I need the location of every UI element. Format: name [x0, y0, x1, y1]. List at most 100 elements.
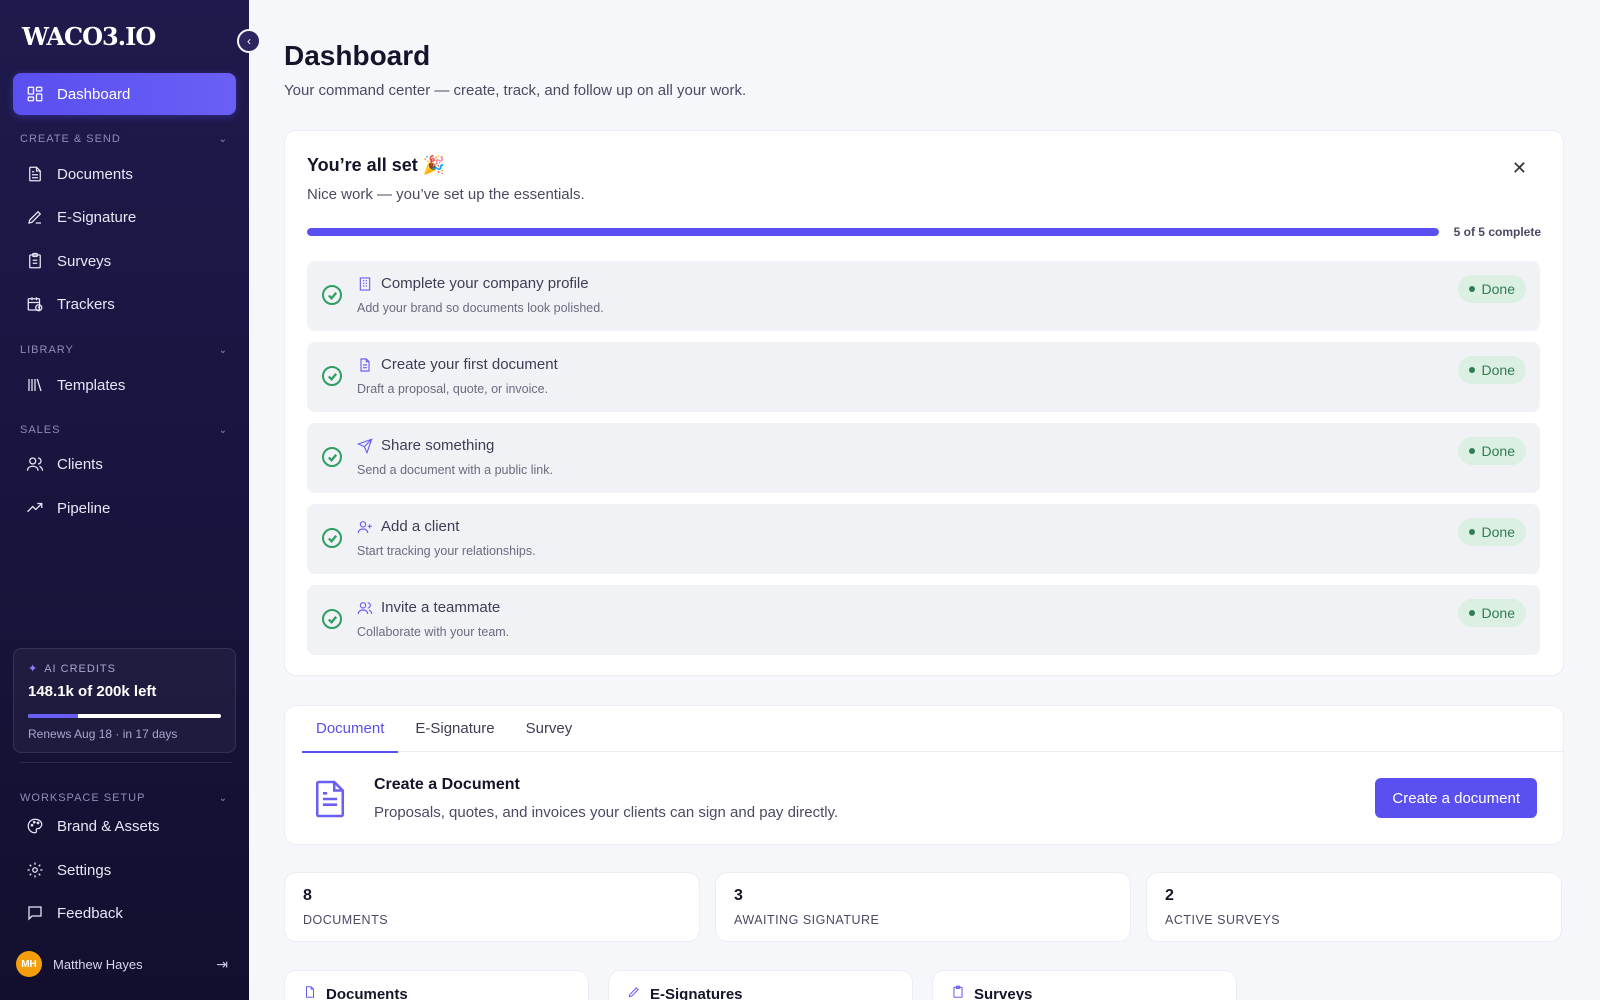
- chevron-down-icon: ⌄: [218, 344, 228, 356]
- panel-surveys: Surveys: [932, 970, 1237, 1000]
- sidebar-item-label: Surveys: [57, 252, 112, 270]
- status-badge: Done: [1457, 599, 1526, 627]
- credits-bar-fill: [28, 714, 79, 718]
- create-title: Create a Document: [374, 776, 520, 793]
- task-desc: Start tracking your relationships.: [357, 544, 536, 558]
- task-name: Share something: [381, 437, 495, 454]
- sidebar-item-esignature[interactable]: E-Signature: [13, 196, 236, 238]
- document-icon: [313, 779, 347, 819]
- check-circle-icon: [322, 528, 342, 548]
- task-desc: Add your brand so documents look polishe…: [357, 301, 604, 315]
- check-circle-icon: [322, 609, 342, 629]
- clipboard-icon: [951, 985, 965, 1000]
- user-name: Matthew Hayes: [53, 956, 143, 972]
- page-title: Dashboard: [284, 40, 431, 71]
- status-badge: Done: [1457, 356, 1526, 384]
- grid-icon: [26, 85, 44, 103]
- stat-value: 3: [734, 887, 743, 904]
- sidebar-item-brand-assets[interactable]: Brand & Assets: [13, 805, 236, 847]
- section-sales[interactable]: SALES ⌄: [20, 424, 228, 436]
- users-icon: [357, 600, 373, 616]
- setup-task[interactable]: Invite a teammate Collaborate with your …: [307, 585, 1540, 655]
- close-icon[interactable]: ✕: [1512, 158, 1527, 179]
- credits-amount: 148.1k of 200k left: [28, 683, 157, 700]
- collapse-sidebar-button[interactable]: ‹: [237, 29, 261, 53]
- sidebar-item-templates[interactable]: Templates: [13, 364, 236, 406]
- credits-title: AI CREDITS: [44, 662, 116, 675]
- avatar: MH: [16, 951, 42, 977]
- status-badge: Done: [1457, 518, 1526, 546]
- page-subtitle: Your command center — create, track, and…: [284, 82, 747, 99]
- logout-icon[interactable]: ⇥: [216, 956, 228, 973]
- chevron-left-icon: ‹: [247, 34, 251, 48]
- sidebar-item-pipeline[interactable]: Pipeline: [13, 487, 236, 529]
- user-profile[interactable]: MH Matthew Hayes ⇥: [16, 951, 228, 977]
- status-badge: Done: [1457, 275, 1526, 303]
- task-desc: Send a document with a public link.: [357, 463, 553, 477]
- task-name: Create your first document: [381, 356, 558, 373]
- setup-subtitle: Nice work — you’ve set up the essentials…: [307, 186, 585, 203]
- sidebar-item-label: Brand & Assets: [57, 817, 160, 835]
- stat-label: DOCUMENTS: [303, 913, 389, 927]
- sidebar-item-settings[interactable]: Settings: [13, 849, 236, 891]
- sidebar-item-surveys[interactable]: Surveys: [13, 240, 236, 282]
- chevron-down-icon: ⌄: [218, 133, 228, 145]
- setup-task[interactable]: Share something Send a document with a p…: [307, 423, 1540, 493]
- gear-icon: [26, 861, 44, 879]
- app-logo[interactable]: WACO3.IO: [22, 22, 156, 51]
- stat-card[interactable]: 2 ACTIVE SURVEYS: [1146, 872, 1562, 942]
- trending-up-icon: [26, 499, 44, 517]
- library-icon: [26, 376, 44, 394]
- sidebar-item-label: E-Signature: [57, 208, 137, 226]
- setup-task[interactable]: Create your first document Draft a propo…: [307, 342, 1540, 412]
- sidebar-item-label: Feedback: [57, 904, 123, 922]
- create-card: Document E-Signature Survey Create a Doc…: [284, 705, 1564, 845]
- setup-title: You’re all set 🎉: [307, 155, 446, 175]
- document-icon: [26, 165, 44, 183]
- sidebar-item-trackers[interactable]: Trackers: [13, 283, 236, 325]
- task-name: Complete your company profile: [381, 275, 589, 292]
- sidebar-item-label: Settings: [57, 861, 112, 879]
- document-icon: [357, 357, 373, 373]
- stat-label: AWAITING SIGNATURE: [734, 913, 880, 927]
- sidebar-item-clients[interactable]: Clients: [13, 443, 236, 485]
- sidebar-item-documents[interactable]: Documents: [13, 153, 236, 195]
- section-workspace-setup[interactable]: WORKSPACE SETUP ⌄: [20, 792, 228, 804]
- task-name: Add a client: [381, 518, 460, 535]
- sidebar-item-label: Pipeline: [57, 499, 111, 517]
- stat-card[interactable]: 3 AWAITING SIGNATURE: [715, 872, 1131, 942]
- setup-task[interactable]: Complete your company profile Add your b…: [307, 261, 1540, 331]
- palette-icon: [26, 817, 44, 835]
- document-icon: [303, 985, 317, 1000]
- credits-renew: Renews Aug 18 · in 17 days: [28, 727, 178, 741]
- section-library[interactable]: LIBRARY ⌄: [20, 344, 228, 356]
- clipboard-icon: [26, 252, 44, 270]
- users-icon: [26, 455, 44, 473]
- create-document-button[interactable]: Create a document: [1375, 778, 1537, 818]
- tab-esignature[interactable]: E-Signature: [401, 706, 508, 752]
- create-tabs: Document E-Signature Survey: [302, 706, 1563, 753]
- setup-progress-fill: [307, 228, 1439, 236]
- stat-value: 8: [303, 887, 312, 904]
- setup-card: You’re all set 🎉 Nice work — you’ve set …: [284, 130, 1564, 676]
- tab-survey[interactable]: Survey: [512, 706, 587, 752]
- calendar-clock-icon: [26, 295, 44, 313]
- sidebar-item-dashboard[interactable]: Dashboard: [13, 73, 236, 115]
- sidebar-item-feedback[interactable]: Feedback: [13, 892, 236, 934]
- sidebar-item-label: Documents: [57, 165, 133, 183]
- tab-document[interactable]: Document: [302, 706, 399, 753]
- progress-label: 5 of 5 complete: [1453, 225, 1541, 239]
- task-name: Invite a teammate: [381, 599, 501, 616]
- user-plus-icon: [357, 519, 373, 535]
- sparkle-icon: ✦: [28, 663, 39, 675]
- section-create-send[interactable]: CREATE & SEND ⌄: [20, 133, 228, 145]
- task-desc: Collaborate with your team.: [357, 625, 510, 639]
- setup-task[interactable]: Add a client Start tracking your relatio…: [307, 504, 1540, 574]
- create-subtitle: Proposals, quotes, and invoices your cli…: [374, 804, 839, 821]
- main-content: Dashboard Your command center — create, …: [249, 0, 1600, 1000]
- stat-card[interactable]: 8 DOCUMENTS: [284, 872, 700, 942]
- status-badge: Done: [1457, 437, 1526, 465]
- chevron-down-icon: ⌄: [218, 424, 228, 436]
- sidebar-item-label: Templates: [57, 376, 126, 394]
- chevron-down-icon: ⌄: [218, 792, 228, 804]
